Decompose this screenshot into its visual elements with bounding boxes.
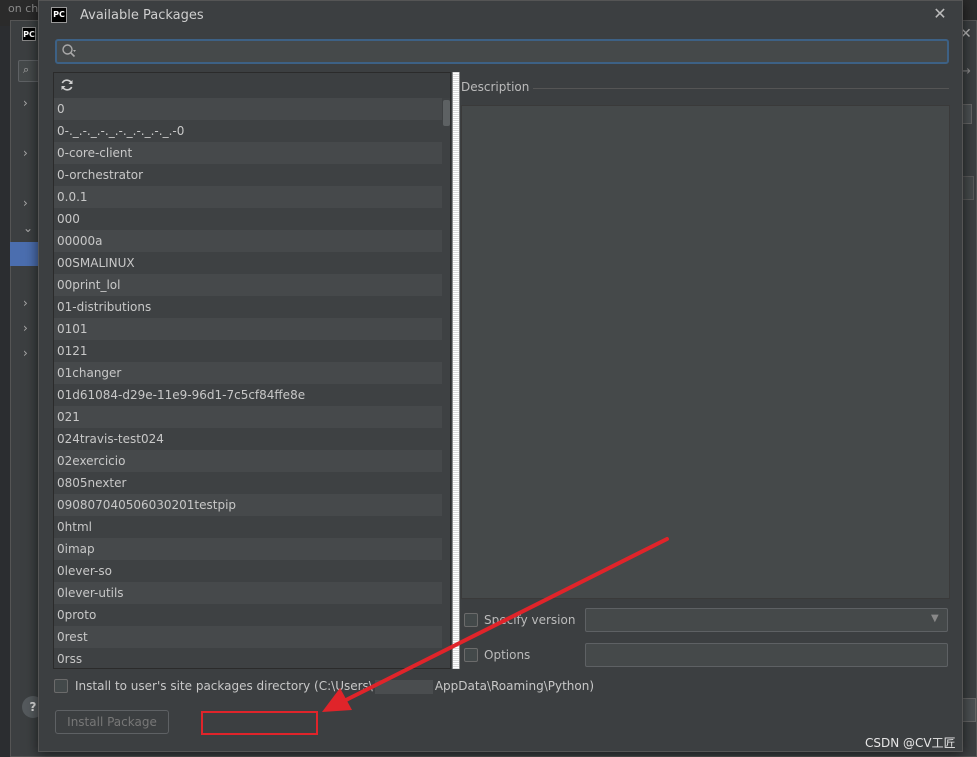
available-packages-dialog: PC Available Packages ✕ 0 0-._.-._.-._.-.… [38, 0, 963, 752]
package-list-item[interactable]: 00SMALINUX [54, 252, 442, 274]
search-input[interactable] [81, 42, 941, 61]
package-list-item[interactable]: 0-core-client [54, 142, 442, 164]
watermark: CSDN @CV工匠 [865, 736, 956, 750]
package-list-item[interactable]: 0proto [54, 604, 442, 626]
search-icon [62, 44, 76, 58]
specify-version-label: Specify version [484, 613, 576, 627]
package-list-item[interactable]: 00000a [54, 230, 442, 252]
options-label: Options [484, 648, 531, 662]
chevron-right-icon[interactable]: › [23, 146, 35, 160]
user-site-label-prefix: Install to user's site packages director… [75, 679, 373, 693]
description-separator [533, 88, 949, 89]
chevron-right-icon[interactable]: › [23, 321, 35, 335]
package-list-item[interactable]: 0-orchestrator [54, 164, 442, 186]
package-list-item[interactable]: 01changer [54, 362, 442, 384]
chevron-right-icon[interactable]: › [23, 346, 35, 360]
redacted-username [374, 679, 433, 694]
install-package-button[interactable]: Install Package [55, 710, 169, 734]
package-list-item[interactable]: 0 [54, 98, 442, 120]
chevron-down-icon[interactable]: ⌄ [23, 221, 35, 235]
package-list-item[interactable]: 02exercicio [54, 450, 442, 472]
scrollbar-thumb[interactable] [443, 100, 450, 126]
dialog-title: Available Packages [80, 8, 204, 23]
package-list-item[interactable]: 0101 [54, 318, 442, 340]
package-list-scrollbar[interactable] [442, 98, 450, 668]
description-label: Description [461, 80, 530, 94]
close-button[interactable]: ✕ [931, 5, 949, 23]
package-list-item[interactable]: 0121 [54, 340, 442, 362]
background-selected-item[interactable] [10, 242, 38, 266]
user-site-label-suffix: AppData\Roaming\Python) [434, 679, 595, 693]
package-list-item[interactable]: 0lever-utils [54, 582, 442, 604]
package-list-item[interactable]: 01-distributions [54, 296, 442, 318]
specify-version-checkbox[interactable] [464, 613, 478, 627]
pycharm-logo: PC [51, 7, 67, 23]
package-list-item[interactable]: 00print_lol [54, 274, 442, 296]
package-list-panel: 0 0-._.-._.-._.-._.-._.-._.-0 0-core-clien… [53, 72, 451, 669]
package-list-item[interactable]: 01d61084-d29e-11e9-96d1-7c5cf84ffe8e [54, 384, 442, 406]
package-search-box[interactable] [55, 39, 949, 64]
package-list-item[interactable]: 000 [54, 208, 442, 230]
package-list-item[interactable]: 0-._.-._.-._.-._.-._.-._.-0 [54, 120, 442, 142]
panel-splitter[interactable] [452, 72, 460, 669]
search-icon: ⌕ [23, 63, 30, 76]
package-list-item[interactable]: 0imap [54, 538, 442, 560]
package-list-item[interactable]: 0805nexter [54, 472, 442, 494]
package-list-item[interactable]: 024travis-test024 [54, 428, 442, 450]
package-list-item[interactable]: 090807040506030201testpip [54, 494, 442, 516]
list-toolbar [54, 73, 450, 98]
chevron-right-icon[interactable]: › [23, 196, 35, 210]
version-select[interactable]: ▼ [585, 608, 948, 632]
chevron-right-icon[interactable]: › [23, 296, 35, 310]
options-checkbox[interactable] [464, 648, 478, 662]
install-user-site-label: Install to user's site packages director… [75, 679, 594, 694]
background-app-logo: PC [22, 27, 36, 41]
install-user-site-checkbox[interactable] [54, 679, 68, 693]
package-list: 0 0-._.-._.-._.-._.-._.-._.-0 0-core-clien… [54, 98, 442, 668]
package-list-item[interactable]: 0rest [54, 626, 442, 648]
package-list-item[interactable]: 021 [54, 406, 442, 428]
highlight-annotation-box [201, 711, 318, 735]
chevron-right-icon[interactable]: › [23, 96, 35, 110]
refresh-icon[interactable] [60, 78, 74, 92]
package-list-item[interactable]: 0rss [54, 648, 442, 668]
package-list-item[interactable]: 0html [54, 516, 442, 538]
package-list-item[interactable]: 0.0.1 [54, 186, 442, 208]
options-input[interactable] [585, 643, 948, 667]
description-area [461, 105, 950, 599]
package-list-item[interactable]: 0lever-so [54, 560, 442, 582]
chevron-down-icon: ▼ [931, 613, 939, 624]
